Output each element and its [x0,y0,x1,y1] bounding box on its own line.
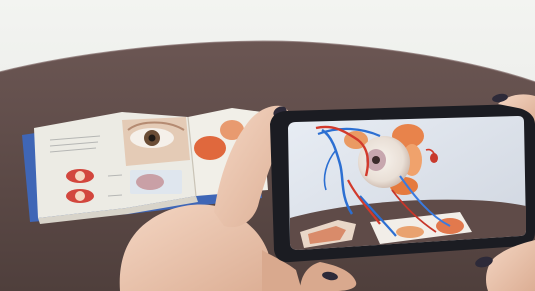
ar-vessel-knot [430,153,438,163]
photo-illustration [0,0,535,291]
photo-scene [0,0,535,291]
book-diagram-eye-1-center [75,171,85,181]
ar-pupil [372,156,380,164]
book-diagram-box-eye [136,174,164,190]
smartphone [270,104,535,263]
book-right-page-muscle [194,136,226,160]
book-diagram-eye-2-center [75,191,85,201]
screen-book-right-art-2 [396,226,424,238]
book-eye-photo-pupil [148,134,156,142]
